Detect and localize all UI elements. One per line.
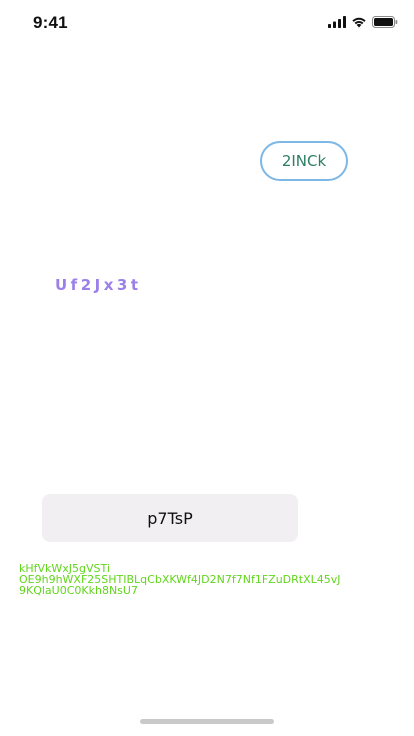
pill-button[interactable]: 2INCk [260, 141, 348, 181]
green-text-block: kHfVkWxJ5gVSTi OE9h9hWXF25SHTIBLqCbXKWf4… [19, 563, 411, 596]
battery-icon [372, 16, 398, 28]
status-time: 9:41 [33, 13, 68, 32]
status-icons [328, 14, 398, 30]
purple-label: Uf2Jx3t [55, 276, 142, 294]
green-text-line: 9KQlaU0C0Kkh8NsU7 [19, 584, 138, 596]
status-bar: 9:41 [0, 0, 414, 44]
grey-button[interactable]: p7TsP [42, 494, 298, 542]
wifi-icon [351, 16, 367, 28]
cellular-signal-icon [328, 16, 346, 28]
home-indicator[interactable] [140, 719, 274, 724]
